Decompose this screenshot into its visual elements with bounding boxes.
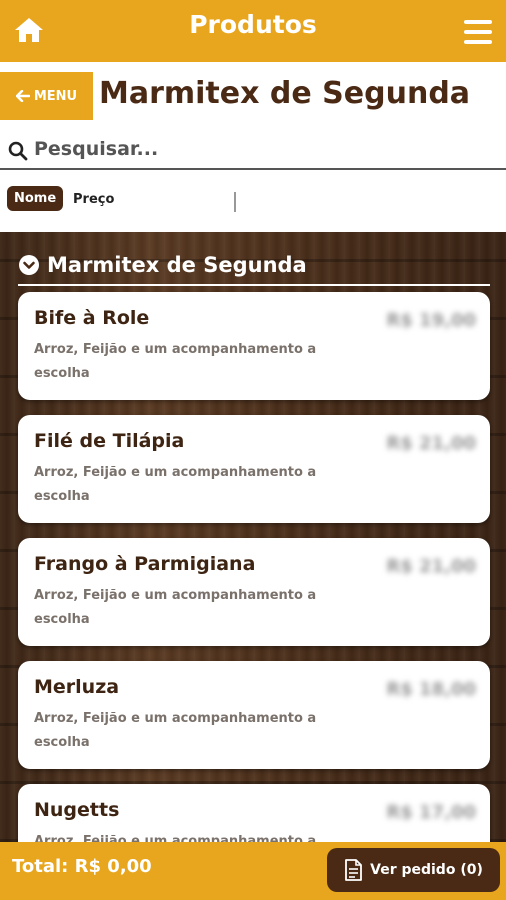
back-to-menu-button[interactable]: MENU bbox=[0, 72, 93, 120]
product-name: Nugetts bbox=[34, 799, 120, 821]
page-header-title: Produtos bbox=[189, 10, 317, 39]
top-bar: Produtos bbox=[0, 0, 506, 62]
product-name: Merluza bbox=[34, 676, 120, 698]
search-bar bbox=[0, 128, 506, 170]
arrow-left-icon bbox=[15, 90, 30, 102]
product-description: Arroz, Feijão e um acompanhamento a esco… bbox=[34, 465, 317, 504]
product-card[interactable]: Filé de Tilápia Arroz, Feijão e um acomp… bbox=[18, 415, 490, 523]
order-footer: Total: R$ 0,00 Ver pedido (0) bbox=[0, 842, 506, 900]
product-price: R$ 18,00 bbox=[386, 679, 476, 700]
document-icon bbox=[345, 859, 363, 881]
product-name: Bife à Role bbox=[34, 307, 150, 329]
product-card[interactable]: Nugetts Arroz, Feijão e um acompanhament… bbox=[18, 784, 490, 842]
product-price: R$ 17,00 bbox=[386, 802, 476, 823]
section-header[interactable]: Marmitex de Segunda bbox=[18, 246, 490, 286]
product-list-area[interactable]: Marmitex de Segunda Bife à Role Arroz, F… bbox=[0, 232, 506, 842]
product-name: Frango à Parmigiana bbox=[34, 553, 256, 575]
product-description: Arroz, Feijão e um acompanhamento a esco… bbox=[34, 342, 317, 381]
product-price: R$ 21,00 bbox=[386, 433, 476, 454]
sort-by-price-button[interactable]: Preço bbox=[73, 192, 114, 207]
product-card[interactable]: Bife à Role Arroz, Feijão e um acompanha… bbox=[18, 292, 490, 400]
product-price: R$ 19,00 bbox=[386, 310, 476, 331]
sort-bar: Nome Preço bbox=[0, 172, 506, 230]
category-title: Marmitex de Segunda bbox=[99, 76, 471, 111]
product-card[interactable]: Merluza Arroz, Feijão e um acompanhament… bbox=[18, 661, 490, 769]
view-order-button[interactable]: Ver pedido (0) bbox=[327, 848, 500, 892]
search-input[interactable] bbox=[34, 134, 494, 164]
product-description: Arroz, Feijão e um acompanhamento a esco… bbox=[34, 588, 317, 627]
product-description: Arroz, Feijão e um acompanhamento a esco… bbox=[34, 834, 317, 842]
search-icon bbox=[8, 141, 28, 161]
view-order-label: Ver pedido (0) bbox=[370, 862, 483, 878]
order-total: Total: R$ 0,00 bbox=[12, 856, 152, 877]
product-card[interactable]: Frango à Parmigiana Arroz, Feijão e um a… bbox=[18, 538, 490, 646]
product-name: Filé de Tilápia bbox=[34, 430, 185, 452]
hamburger-icon[interactable] bbox=[464, 20, 492, 44]
section-title: Marmitex de Segunda bbox=[47, 253, 307, 277]
subheader: MENU Marmitex de Segunda bbox=[0, 62, 506, 126]
menu-button-label: MENU bbox=[33, 88, 78, 104]
product-description: Arroz, Feijão e um acompanhamento a esco… bbox=[34, 711, 317, 750]
chevron-down-circle-icon bbox=[19, 255, 39, 275]
product-price: R$ 21,00 bbox=[386, 556, 476, 577]
sort-by-name-button[interactable]: Nome bbox=[7, 186, 64, 211]
divider bbox=[234, 192, 236, 212]
